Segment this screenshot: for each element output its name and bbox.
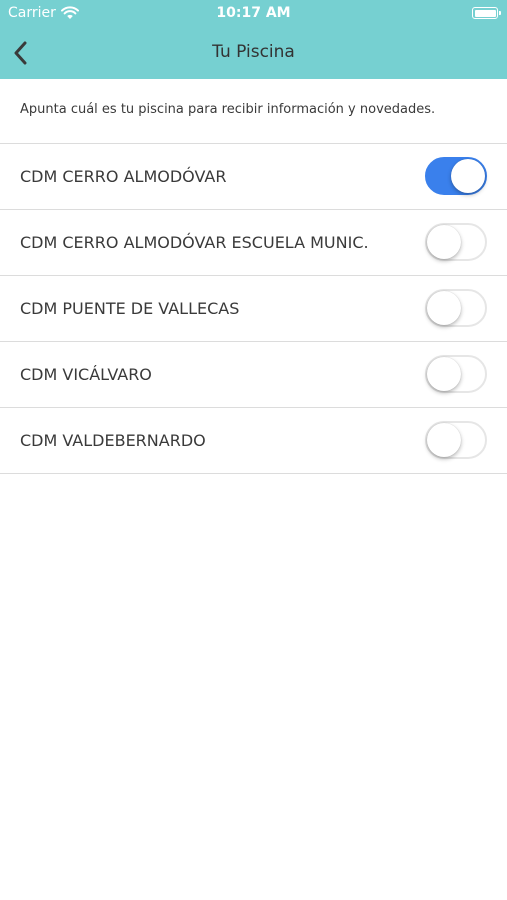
status-bar: Carrier 10:17 AM: [0, 0, 507, 28]
pool-label: CDM PUENTE DE VALLECAS: [20, 299, 240, 318]
toggle-knob: [427, 423, 461, 457]
intro-text: Apunta cuál es tu piscina para recibir i…: [20, 102, 436, 117]
pool-toggle[interactable]: [425, 289, 487, 327]
status-time: 10:17 AM: [216, 5, 291, 21]
pool-row-vicalvaro: CDM VICÁLVARO: [0, 342, 507, 408]
pool-label: CDM VICÁLVARO: [20, 365, 152, 384]
pool-list: CDM CERRO ALMODÓVAR CDM CERRO ALMODÓVAR …: [0, 143, 507, 474]
header-bar: Carrier 10:17 AM Tu Piscina: [0, 0, 507, 79]
pool-toggle[interactable]: [425, 355, 487, 393]
toggle-knob: [427, 291, 461, 325]
navigation-bar: Tu Piscina: [0, 28, 507, 79]
pool-toggle[interactable]: [425, 223, 487, 261]
toggle-knob: [427, 357, 461, 391]
pool-row-valdebernardo: CDM VALDEBERNARDO: [0, 408, 507, 474]
battery-icon: [472, 7, 501, 19]
pool-label: CDM CERRO ALMODÓVAR: [20, 167, 227, 186]
pool-label: CDM VALDEBERNARDO: [20, 431, 206, 450]
toggle-knob: [427, 225, 461, 259]
pool-row-puente-de-vallecas: CDM PUENTE DE VALLECAS: [0, 276, 507, 342]
pool-toggle[interactable]: [425, 421, 487, 459]
toggle-knob: [451, 159, 485, 193]
pool-row-cerro-almodovar-escuela: CDM CERRO ALMODÓVAR ESCUELA MUNIC.: [0, 210, 507, 276]
page-title: Tu Piscina: [212, 42, 295, 62]
pool-toggle[interactable]: [425, 157, 487, 195]
pool-label: CDM CERRO ALMODÓVAR ESCUELA MUNIC.: [20, 233, 369, 252]
pool-row-cerro-almodovar: CDM CERRO ALMODÓVAR: [0, 144, 507, 210]
